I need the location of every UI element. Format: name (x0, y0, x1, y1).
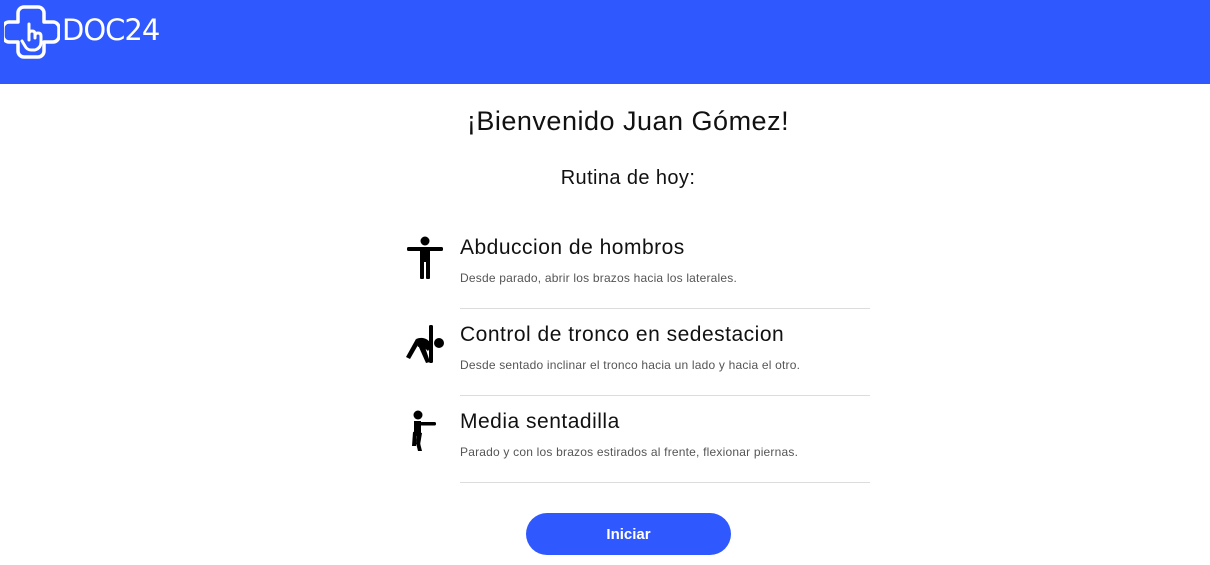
exercise-list: Abduccion de hombros Desde parado, abrir… (402, 222, 870, 483)
exercise-description: Desde parado, abrir los brazos hacia los… (460, 271, 738, 285)
exercise-title: Abduccion de hombros (460, 236, 685, 259)
brand-name: DOC24 (62, 13, 160, 47)
exercise-item[interactable]: Abduccion de hombros Desde parado, abrir… (402, 222, 870, 309)
start-button[interactable]: Iniciar (526, 513, 731, 555)
exercise-description: Parado y con los brazos estirados al fre… (460, 445, 799, 459)
brand-logo[interactable]: DOC24 (4, 4, 160, 60)
exercise-title: Media sentadilla (460, 410, 620, 433)
exercise-item[interactable]: Control de tronco en sedestacion Desde s… (402, 309, 870, 396)
exercise-title: Control de tronco en sedestacion (460, 323, 785, 346)
arms-out-icon (404, 236, 444, 280)
exercise-description: Desde sentado inclinar el tronco hacia u… (460, 358, 801, 372)
top-header: DOC24 (0, 0, 1210, 84)
exercise-item[interactable]: Media sentadilla Parado y con los brazos… (402, 396, 870, 483)
squat-icon (404, 410, 444, 454)
welcome-heading: ¡Bienvenido Juan Gómez! (466, 106, 790, 136)
routine-title: Rutina de hoy: (560, 167, 696, 189)
divider-gap (402, 482, 460, 483)
cross-hand-icon (4, 4, 60, 60)
side-bend-icon (404, 323, 444, 367)
